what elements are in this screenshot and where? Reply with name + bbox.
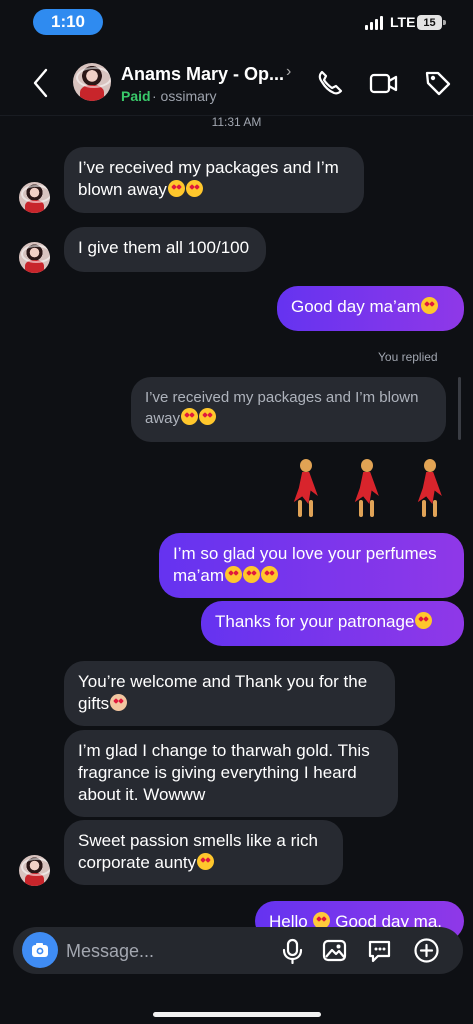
heart-eyes-emoji-icon [167, 180, 185, 197]
sent-message[interactable]: Thanks for your patronage [201, 601, 464, 646]
message-text: I’m so glad you love your perfumes ma’am [173, 544, 437, 585]
dancer-emoji-icon [340, 456, 395, 520]
dancer-emoji-icon [403, 456, 458, 520]
sent-message[interactable]: I’m so glad you love your perfumes ma’am [159, 533, 464, 598]
cellular-signal-icon [365, 14, 385, 30]
quoted-message[interactable]: I’ve received my packages and I’m blown … [131, 377, 446, 442]
contact-name[interactable]: Anams Mary - Op... [121, 64, 284, 85]
voice-message-button[interactable] [279, 937, 306, 965]
camera-icon [32, 943, 48, 957]
message-text: Good day ma’am [291, 297, 421, 316]
heart-eyes-emoji-icon [181, 408, 199, 425]
conversation-header: Anams Mary - Op... › Paid · ossimary [0, 50, 473, 116]
sticker-icon [368, 940, 391, 963]
battery-percentage: 15 [423, 16, 436, 29]
status-bar: 1:10 LTE 15 [0, 0, 473, 46]
contact-avatar[interactable] [19, 855, 50, 886]
folded-hands-emoji-icon [110, 694, 128, 711]
network-type: LTE [390, 14, 416, 30]
video-call-button[interactable] [368, 68, 398, 98]
smiling-emoji-icon [421, 297, 439, 314]
reply-indicator [458, 377, 461, 440]
contact-avatar[interactable] [19, 242, 50, 273]
message-text: I give them all 100/100 [78, 238, 250, 257]
smiling-face-with-hearts-emoji-icon [225, 566, 243, 583]
contact-avatar[interactable] [19, 182, 50, 213]
rolling-on-floor-laughing-emoji-icon [197, 853, 215, 870]
contact-avatar[interactable] [73, 63, 111, 101]
paid-label: Paid [121, 88, 151, 104]
status-time: 1:10 [33, 9, 103, 35]
smiling-face-with-hearts-emoji-icon [243, 566, 261, 583]
tag-icon [425, 71, 451, 96]
message-input[interactable] [64, 935, 273, 967]
photo-button[interactable] [321, 937, 348, 964]
received-message[interactable]: I’ve received my packages and I’m blown … [64, 147, 364, 213]
contact-username: · ossimary [152, 88, 217, 104]
tag-button[interactable] [423, 68, 453, 98]
microphone-icon [282, 938, 303, 965]
home-indicator[interactable] [153, 1012, 321, 1017]
message-text: Thanks for your patronage [215, 612, 415, 631]
heart-eyes-emoji-icon [199, 408, 217, 425]
add-button[interactable] [413, 937, 440, 964]
sent-message[interactable]: Good day ma’am [277, 286, 464, 331]
add-icon [414, 938, 439, 963]
message-composer [13, 927, 463, 974]
sticker-button[interactable] [366, 937, 393, 964]
received-message[interactable]: Sweet passion smells like a rich corpora… [64, 820, 343, 885]
back-button[interactable] [28, 66, 54, 100]
video-camera-icon [369, 73, 398, 94]
smiling-face-with-hearts-emoji-icon [261, 566, 279, 583]
photo-icon [322, 939, 347, 962]
heart-eyes-emoji-icon [415, 612, 433, 629]
phone-icon [318, 70, 343, 95]
message-text: I’ve received my packages and I’m blown … [78, 158, 339, 199]
received-message[interactable]: I give them all 100/100 [64, 227, 266, 272]
phone-button[interactable] [314, 68, 344, 98]
received-message[interactable]: I’m glad I change to tharwah gold. This … [64, 730, 398, 817]
reply-label: You replied [378, 350, 438, 364]
chevron-right-icon[interactable]: › [286, 63, 291, 81]
received-message[interactable]: You’re welcome and Thank you for the gif… [64, 661, 395, 726]
message-text: I’m glad I change to tharwah gold. This … [78, 741, 370, 804]
battery-icon: 15 [417, 15, 446, 30]
back-icon [33, 68, 48, 98]
message-timestamp: 11:31 AM [211, 115, 262, 129]
heart-eyes-emoji-icon [185, 180, 203, 197]
camera-button[interactable] [22, 932, 58, 968]
dancer-emoji-icon [279, 456, 334, 520]
